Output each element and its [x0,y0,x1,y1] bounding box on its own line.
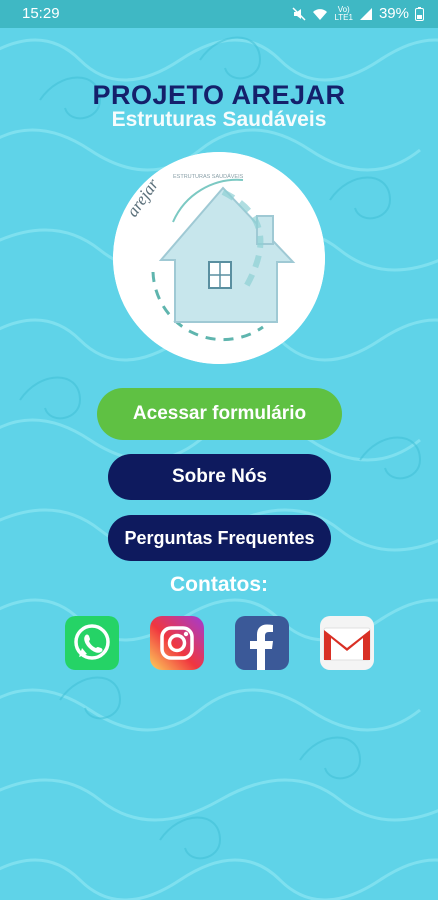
main-screen: PROJETO AREJAR Estruturas Saudáveis arej… [0,0,438,900]
project-logo: arejar ESTRUTURAS SAUDÁVEIS [113,152,325,364]
whatsapp-icon [65,616,119,670]
gmail-icon [320,616,374,670]
instagram-button[interactable] [150,616,204,670]
logo-tagline: ESTRUTURAS SAUDÁVEIS [173,173,244,180]
house-logo-icon: arejar ESTRUTURAS SAUDÁVEIS [113,152,325,364]
signal-icon [359,7,372,20]
battery-percent: 39% [378,5,409,22]
status-icons: Vo) LTE1 39% [292,5,424,22]
wifi-icon [313,8,328,20]
gmail-button[interactable] [320,616,374,670]
app-subtitle: Estruturas Saudáveis [111,108,327,131]
about-us-button[interactable]: Sobre Nós [108,454,331,500]
access-form-button[interactable]: Acessar formulário [97,388,342,440]
instagram-icon [150,616,204,670]
contacts-label: Contatos: [170,573,268,596]
app-title: PROJETO AREJAR [92,80,346,110]
whatsapp-button[interactable] [65,616,119,670]
facebook-button[interactable] [235,616,289,670]
lte-bottom-label: LTE1 [334,12,353,22]
status-bar: 15:29 Vo) LTE1 39% [0,0,438,28]
faq-button[interactable]: Perguntas Frequentes [108,515,331,561]
status-time: 15:29 [22,5,60,22]
mute-icon [292,6,306,21]
lte-indicator: Vo) LTE1 [334,5,353,22]
battery-icon [415,6,424,21]
facebook-icon [235,616,289,670]
